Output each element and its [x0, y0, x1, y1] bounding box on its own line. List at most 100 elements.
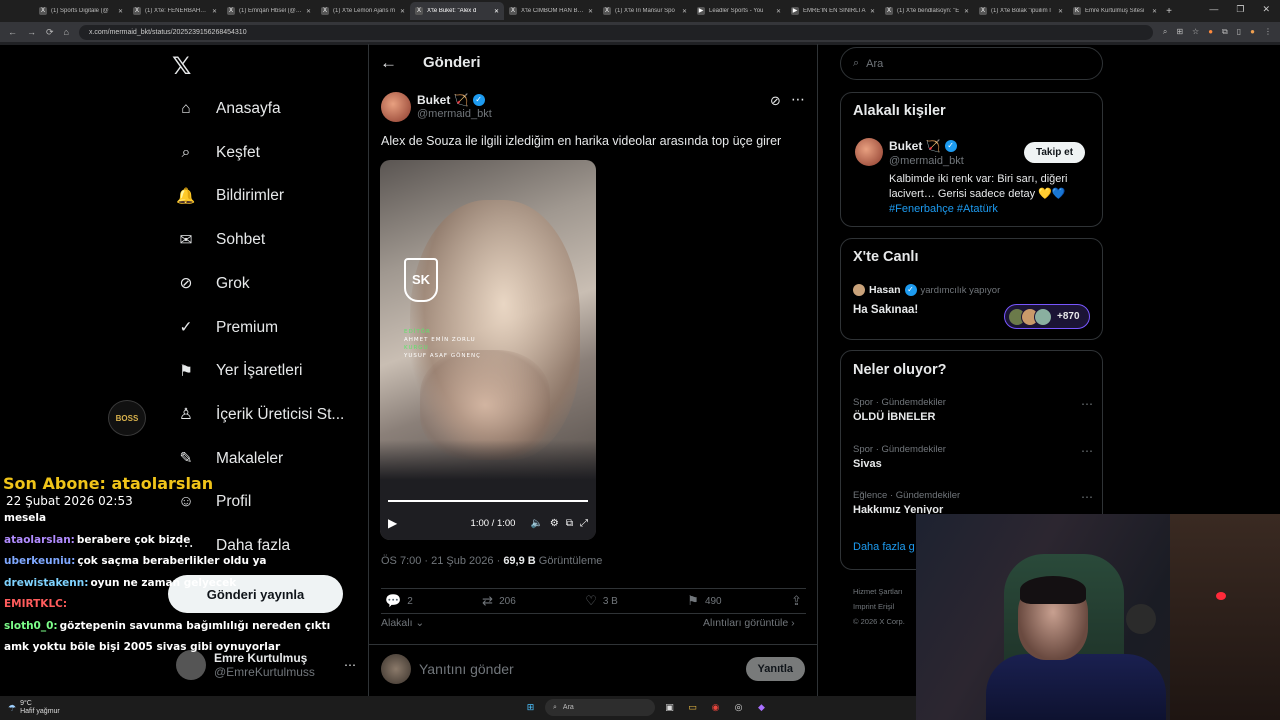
sidebar-item-home[interactable]: ⌂ Anasayfa	[174, 89, 364, 129]
file-explorer-icon[interactable]: ▭	[684, 699, 701, 716]
close-icon[interactable]: ✕	[400, 8, 405, 15]
browser-tab[interactable]: X (1) X'te: FENERBAHÇE ✕	[128, 2, 222, 20]
close-icon[interactable]: ✕	[494, 8, 499, 15]
weather-widget[interactable]: ☂ 9°C Hafif yağmur	[8, 700, 60, 716]
retweet-action[interactable]: ⇄ 206	[482, 593, 516, 609]
fullscreen-icon[interactable]: ⤢	[580, 518, 588, 529]
forward-nav-icon[interactable]: →	[27, 27, 36, 37]
like-action[interactable]: ♡ 3 B	[585, 593, 618, 609]
related-person-handle[interactable]: @mermaid_bkt	[889, 155, 964, 167]
bio-hashtags[interactable]: #Fenerbahçe #Atatürk	[889, 203, 998, 215]
browser-tab[interactable]: K Emre Kurtulmuş Sitesi ✕	[1068, 2, 1162, 20]
sidepanel-icon[interactable]: ▯	[1237, 27, 1241, 37]
play-icon[interactable]: ▶	[388, 516, 397, 530]
author-avatar[interactable]	[381, 92, 411, 122]
sidebar-item-creator[interactable]: ♙ İçerik Üreticisi St...	[174, 395, 364, 435]
close-icon[interactable]: ✕	[306, 8, 311, 15]
author-name[interactable]: Buket 🏹 ✓	[417, 93, 485, 107]
close-icon[interactable]: ✕	[964, 8, 969, 15]
app-icon[interactable]: ◎	[730, 699, 747, 716]
reply-input[interactable]: Yanıtını gönder	[419, 661, 738, 677]
close-icon[interactable]: ✕	[1152, 8, 1157, 15]
author-handle[interactable]: @mermaid_bkt	[417, 108, 492, 120]
browser-tab[interactable]: ▶ EMRE'İN EN SİNİRLİ A ✕	[786, 2, 880, 20]
star-icon[interactable]: ☆	[1192, 27, 1199, 37]
footer-link[interactable]: Hizmet Şartları	[853, 584, 905, 599]
task-view-icon[interactable]: ▣	[661, 699, 678, 716]
sidebar-item-bell[interactable]: 🔔 Bildirimler	[174, 176, 364, 216]
close-icon[interactable]: ✕	[682, 8, 687, 15]
more-icon[interactable]: ⋯	[344, 658, 356, 672]
search-input[interactable]: ⌕ Ara	[840, 47, 1103, 80]
footer-link[interactable]: Imprint Erişil	[853, 599, 905, 614]
new-tab-button[interactable]: +	[1162, 6, 1176, 17]
browser-tab[interactable]: X (1) X'te Lemon Ajans m ✕	[316, 2, 410, 20]
chrome-icon[interactable]: ◉	[707, 699, 724, 716]
reply-button[interactable]: Yanıtla	[745, 656, 805, 681]
follow-button[interactable]: Takip et	[1024, 142, 1086, 163]
close-icon[interactable]: ✕	[776, 8, 781, 15]
pip-icon[interactable]: ⧉	[566, 518, 573, 529]
view-quotes-link[interactable]: Alıntıları görüntüle ›	[703, 617, 795, 629]
tweet-timestamp[interactable]: ÖS 7:00 · 21 Şub 2026 ·	[381, 555, 500, 567]
grok-icon[interactable]: ⊘	[770, 93, 781, 109]
browser-tab[interactable]: X (1) X'te bendlalsoyn: "E ✕	[880, 2, 974, 20]
windows-start-icon[interactable]: ⊞	[522, 699, 539, 716]
browser-tab[interactable]: ▶ Leadler Sports - You ✕	[692, 2, 786, 20]
listeners-pill[interactable]: +870	[1004, 304, 1090, 329]
footer-link[interactable]: © 2026 X Corp.	[853, 614, 905, 629]
browser-tab[interactable]: X (1) Sports Digitale (@ ✕	[34, 2, 128, 20]
back-nav-icon[interactable]: ←	[8, 27, 17, 37]
reply-action[interactable]: 💬 2	[385, 593, 413, 609]
reload-icon[interactable]: ⟳	[46, 27, 54, 38]
close-icon[interactable]: ✕	[870, 8, 875, 15]
profile-avatar-icon[interactable]: ●	[1250, 27, 1255, 37]
menu-icon[interactable]: ⋮	[1264, 27, 1272, 37]
sidebar-item-search[interactable]: ⌕ Keşfet	[174, 133, 364, 173]
live-host[interactable]: Hasan ✓ yardımcılık yapıyor	[853, 284, 1000, 296]
back-arrow-icon[interactable]: ←	[380, 53, 397, 73]
close-icon[interactable]: ✕	[118, 8, 123, 15]
minimize-icon[interactable]: —	[1209, 4, 1218, 15]
show-more-link[interactable]: Daha fazla g	[853, 541, 915, 553]
close-icon[interactable]: ✕	[588, 8, 593, 15]
maximize-icon[interactable]: ❐	[1236, 4, 1244, 15]
more-options-icon[interactable]: ⋯	[1081, 397, 1093, 411]
trend-item[interactable]: Spor · Gündemdekiler ÖLDÜ İBNELER ⋯	[853, 397, 1093, 423]
taskbar-search[interactable]: ⌕ Ara	[545, 699, 655, 716]
sidebar-item-article[interactable]: ✎ Makaleler	[174, 439, 364, 479]
share-action[interactable]: ⇪	[791, 593, 802, 609]
sidebar-item-grok[interactable]: ⊘ Grok	[174, 264, 364, 304]
puzzle-icon[interactable]: ⧉	[1222, 27, 1228, 37]
more-options-icon[interactable]: ⋯	[791, 91, 805, 108]
close-icon[interactable]: ✕	[1058, 8, 1063, 15]
browser-tab[interactable]: X (1) X'te İri Mansur Spo ✕	[598, 2, 692, 20]
browser-tab[interactable]: X (1) Emrqan Hbsel (@grg ✕	[222, 2, 316, 20]
twitch-icon[interactable]: ◆	[753, 699, 770, 716]
settings-icon[interactable]: ⚙	[550, 518, 559, 529]
close-icon[interactable]: ✕	[212, 8, 217, 15]
more-options-icon[interactable]: ⋯	[1081, 490, 1093, 504]
video-progress-bar[interactable]	[388, 500, 588, 502]
live-space-title[interactable]: Ha Sakınaa!	[853, 304, 918, 316]
browser-tab[interactable]: X X'te CİMBOM HAN BEL ✕	[504, 2, 598, 20]
close-window-icon[interactable]: ✕	[1262, 4, 1270, 15]
browser-tab[interactable]: X X'te Buket: "Alex d ✕	[410, 2, 504, 20]
extension-icon[interactable]: ●	[1208, 27, 1213, 37]
sidebar-item-bookmark[interactable]: ⚑ Yer İşaretleri	[174, 351, 364, 391]
zoom-icon[interactable]: ⌕	[1163, 27, 1167, 37]
trend-item[interactable]: Eğlence · Gündemdekiler Hakkımız Yeniyor ⋯	[853, 490, 1093, 516]
avatar[interactable]	[855, 138, 883, 166]
browser-tab[interactable]: X (1) X'te Bolak "ipüilim İ ✕	[974, 2, 1068, 20]
more-options-icon[interactable]: ⋯	[1081, 444, 1093, 458]
x-logo-icon[interactable]: 𝕏	[172, 52, 191, 81]
sidebar-item-premium[interactable]: ✓ Premium	[174, 308, 364, 348]
url-field[interactable]: x.com/mermaid_bkt/status/202523915626845…	[78, 24, 1153, 40]
video-player[interactable]: SK EDİTÖR AHMET EMİN ZORLU KURGU YUSUF ASAF…	[380, 160, 596, 540]
install-icon[interactable]: ⊞	[1176, 27, 1183, 37]
home-nav-icon[interactable]: ⌂	[64, 27, 69, 37]
related-person-name[interactable]: Buket 🏹 ✓	[889, 139, 957, 153]
sidebar-item-envelope[interactable]: ✉ Sohbet	[174, 220, 364, 260]
volume-icon[interactable]: 🔈	[530, 518, 542, 529]
trend-item[interactable]: Spor · Gündemdekiler Sivas ⋯	[853, 444, 1093, 470]
